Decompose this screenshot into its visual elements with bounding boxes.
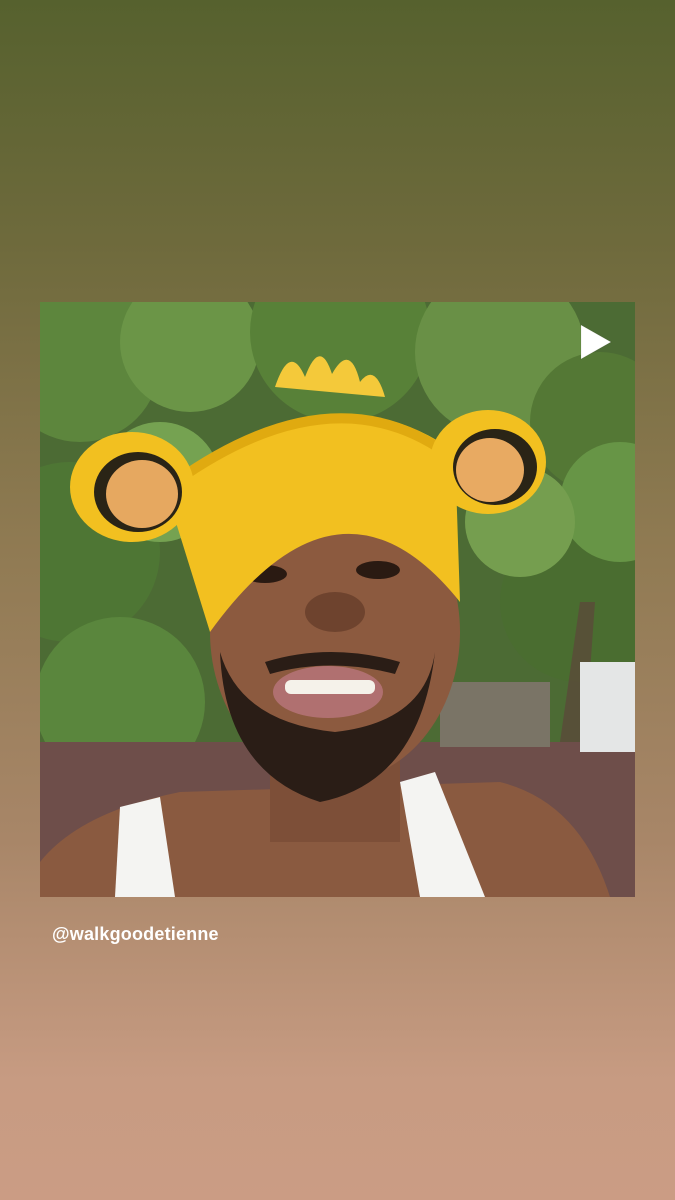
play-triangle-icon[interactable] [577,322,615,362]
mention-username[interactable]: @walkgoodetienne [52,924,219,945]
story-frame: @walkgoodetienne [0,0,675,1200]
shared-reel-preview[interactable] [40,302,635,897]
reel-photo [40,302,635,897]
